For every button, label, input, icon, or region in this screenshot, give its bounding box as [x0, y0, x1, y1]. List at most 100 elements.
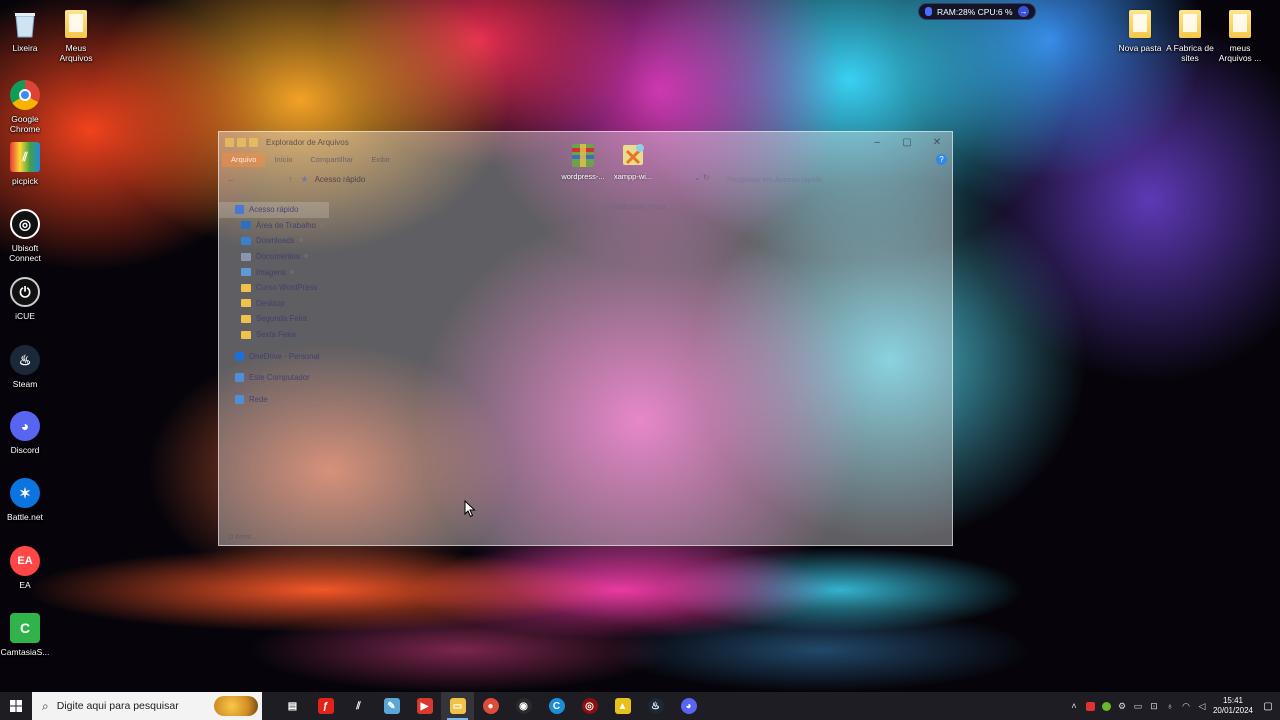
desktop-icon-label: Steam — [12, 379, 38, 389]
folder-icon — [225, 137, 234, 147]
nav-item-label: OneDrive - Personal — [249, 351, 320, 361]
nav-item-downloads[interactable]: Downloads ✱ — [219, 233, 329, 249]
back-icon[interactable]: ← — [227, 174, 236, 184]
desktop-icon-label: Meus Arquivos — [59, 43, 93, 63]
wifi-icon[interactable]: ◠ — [1178, 692, 1194, 720]
quick-access-toolbar[interactable] — [225, 137, 258, 147]
address-path[interactable]: Acesso rápido — [315, 175, 366, 184]
nav-item-curso-wordpress[interactable]: Curso WordPress — [219, 280, 329, 296]
notepad-icon: ✎ — [383, 698, 400, 714]
nav-item-onedrive-personal[interactable]: OneDrive - Personal — [219, 348, 329, 364]
taskbar-app-camtasia[interactable]: C — [540, 692, 573, 720]
desktop-icon-meus-arquivos[interactable]: Meus Arquivos — [51, 8, 101, 63]
close-button[interactable]: ✕ — [922, 132, 952, 152]
nvidia-icon[interactable] — [1098, 692, 1114, 720]
view-buttons — [924, 534, 946, 540]
dragged-file-wordpress[interactable]: wordpress-... — [560, 141, 606, 181]
desktop-icon-discord[interactable]: ◕ Discord — [0, 410, 50, 455]
taskbar-app-video-editor[interactable]: ▶ — [408, 692, 441, 720]
taskbar-search-placeholder[interactable]: Digite aqui para pesquisar — [57, 700, 179, 712]
large-icons-view-icon[interactable] — [937, 534, 946, 540]
settings-icon[interactable]: ⚙ — [1114, 692, 1130, 720]
pinned-folder-icon — [241, 252, 251, 261]
desktop-icon-google-chrome[interactable]: Google Chrome — [0, 79, 50, 134]
taskbar-app-steam[interactable]: ♨ — [639, 692, 672, 720]
nav-item-documentos[interactable]: Documentos ✱ — [219, 249, 329, 265]
notification-center-icon[interactable]: ▢ — [1256, 692, 1280, 720]
taskbar-app-recorder[interactable]: ◎ — [573, 692, 606, 720]
taskbar-app-malwarebytes[interactable]: ▲ — [606, 692, 639, 720]
refresh-icon[interactable]: ⌄ ↻ — [694, 173, 710, 182]
nav-item-sexta-feira[interactable]: Sexta Feira — [219, 327, 329, 343]
desktop-icon-label: iCUE — [15, 311, 35, 321]
folder-icon — [241, 283, 251, 292]
ubisoft-icon: ◎ — [9, 208, 41, 240]
camtasia-icon: C — [9, 612, 41, 644]
display-icon[interactable]: ▭ — [1130, 692, 1146, 720]
nav-item-desktop[interactable]: Desktop — [219, 296, 329, 312]
search-highlight-image[interactable] — [214, 696, 258, 716]
clock-time: 15:41 — [1222, 696, 1244, 705]
up-icon[interactable]: ↑ — [288, 174, 293, 184]
recorder-icon: ◎ — [581, 698, 598, 714]
nav-item-imagens[interactable]: Imagens ✱ — [219, 264, 329, 280]
new-folder-icon[interactable] — [249, 137, 258, 147]
mouse-cursor-icon — [464, 500, 476, 518]
minimize-button[interactable]: – — [862, 132, 892, 152]
performance-widget[interactable]: RAM:28% CPU:6 % → — [918, 3, 1036, 20]
microphone-icon[interactable]: ♁ — [1162, 692, 1178, 720]
search-box[interactable]: Pesquisar em Acesso rápido ⌕ — [719, 171, 947, 187]
desktop-icon-icue[interactable]: ⏻ iCUE — [0, 276, 50, 321]
picpick-icon: ⫽ — [350, 698, 367, 714]
nav-item-label: Rede — [249, 394, 268, 404]
nav-item-segunda-feira[interactable]: Segunda Feira — [219, 311, 329, 327]
steam-icon: ♨ — [647, 698, 664, 714]
taskbar-app-task-view[interactable]: ▤ — [276, 692, 309, 720]
network-icon[interactable]: ⊡ — [1146, 692, 1162, 720]
taskbar-app-obs[interactable]: ◉ — [507, 692, 540, 720]
taskbar-app-notepad[interactable]: ✎ — [375, 692, 408, 720]
nav-item-label: Imagens — [256, 267, 286, 277]
nav-item-rede[interactable]: Rede — [219, 392, 329, 408]
tab-compartilhar[interactable]: Compartilhar — [301, 153, 362, 167]
desktop-icon-battle-net[interactable]: ✶ Battle.net — [0, 477, 50, 522]
maximize-button[interactable]: ▢ — [892, 132, 922, 152]
desktop-icon-camtasias[interactable]: C CamtasiaS... — [0, 612, 50, 657]
battlenet-icon: ✶ — [9, 477, 41, 509]
desktop-icon-steam[interactable]: ♨ Steam — [0, 344, 50, 389]
quick-access-star-icon: ★ — [300, 173, 309, 184]
desktop-icon-nova-pasta[interactable]: Nova pasta — [1115, 8, 1165, 53]
nav-item-acesso-rapido[interactable]: Acesso rápido — [219, 202, 329, 218]
nav-item-area-de-trabalho[interactable]: Área de Trabalho ✱ — [219, 218, 329, 234]
taskbar-app-discord[interactable]: ◕ — [672, 692, 705, 720]
properties-icon[interactable] — [237, 137, 246, 147]
desktop-icon-a-fabrica-de-sites[interactable]: A Fabrica de sites — [1165, 8, 1215, 63]
tray-app-icon[interactable] — [1082, 692, 1098, 720]
taskbar-app-chrome[interactable]: ● — [474, 692, 507, 720]
chevron-up-icon[interactable]: ˄ — [1066, 692, 1082, 720]
dragged-file-xampp[interactable]: xampp-wi... — [610, 141, 656, 181]
desktop-icon-lixeira[interactable]: Lixeira — [0, 8, 50, 53]
nav-item-este-computador[interactable]: Este Computador — [219, 370, 329, 386]
clock[interactable]: 15:41 20/01/2024 — [1210, 696, 1256, 716]
start-button[interactable] — [0, 692, 32, 720]
discord-icon: ◕ — [680, 698, 697, 714]
taskbar-app-file-explorer[interactable]: ▭ — [441, 692, 474, 720]
details-view-icon[interactable] — [924, 534, 933, 540]
desktop-icon-ea[interactable]: EA EA — [0, 545, 50, 590]
taskbar-search-box[interactable]: ⌕ Digite aqui para pesquisar — [32, 692, 262, 720]
help-icon[interactable]: ? — [936, 154, 947, 165]
taskbar-app-flash[interactable]: ƒ — [309, 692, 342, 720]
taskbar-app-picpick[interactable]: ⫽ — [342, 692, 375, 720]
tab-arquivo[interactable]: Arquivo — [222, 153, 266, 167]
desktop-icon-meus-arquivos[interactable]: meus Arquivos ... — [1215, 8, 1265, 63]
tab-inicio[interactable]: Início — [265, 153, 301, 167]
folder-icon — [1224, 8, 1256, 40]
search-placeholder[interactable]: Pesquisar em Acesso rápido — [727, 175, 937, 184]
volume-icon[interactable]: ◁ — [1194, 692, 1210, 720]
file-explorer-window[interactable]: Explorador de Arquivos – ▢ ✕ Arquivo Iní… — [218, 131, 953, 546]
tab-exibir[interactable]: Exibir — [362, 153, 399, 167]
desktop-icon-ubisoft-connect[interactable]: ◎ Ubisoft Connect — [0, 208, 50, 263]
arrow-right-icon[interactable]: → — [1018, 6, 1029, 17]
desktop-icon-picpick[interactable]: ⫽ picpick — [0, 141, 50, 186]
